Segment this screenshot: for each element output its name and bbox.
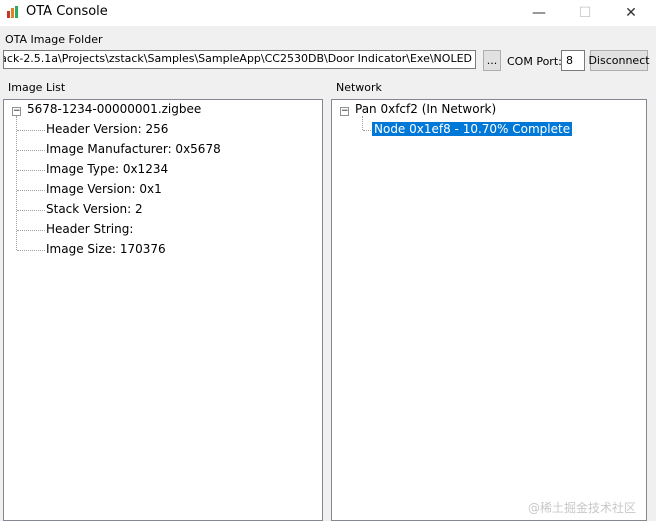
maximize-icon: ☐: [578, 5, 592, 21]
disconnect-button[interactable]: Disconnect: [588, 50, 650, 71]
image-list-tree[interactable]: − 5678-1234-00000001.zigbee Header Versi…: [3, 99, 323, 521]
window-title: OTA Console: [26, 4, 108, 19]
tree-item-header-string[interactable]: Header String:: [46, 222, 133, 236]
tree-connector: [17, 170, 45, 171]
tree-connector: [363, 130, 371, 131]
network-node-selected[interactable]: Node 0x1ef8 - 10.70% Complete: [372, 122, 573, 136]
watermark: @稀土掘金技术社区: [528, 501, 637, 515]
title-bar: OTA Console — ☐ ✕: [0, 0, 656, 26]
minimize-button[interactable]: —: [516, 0, 562, 26]
tree-connector: [17, 210, 45, 211]
pan-node[interactable]: Pan 0xfcf2 (In Network): [355, 102, 496, 116]
image-folder-path-text: 200604\ZStack-2.5.1a\Projects\zstack\Sam…: [4, 52, 472, 65]
tree-connector: [17, 130, 45, 131]
image-list-label: Image List: [8, 81, 66, 94]
tree-item-image-type[interactable]: Image Type: 0x1234: [46, 162, 168, 176]
ota-image-folder-label: OTA Image Folder: [5, 33, 103, 46]
tree-connector: [17, 230, 45, 231]
ota-app-icon: [7, 6, 18, 18]
collapse-icon[interactable]: −: [340, 107, 349, 116]
tree-item-header-version[interactable]: Header Version: 256: [46, 122, 168, 136]
image-file-node[interactable]: 5678-1234-00000001.zigbee: [27, 102, 201, 116]
tree-connector: [17, 150, 45, 151]
network-tree[interactable]: − Pan 0xfcf2 (In Network) Node 0x1ef8 - …: [331, 99, 647, 521]
browse-button[interactable]: ...: [483, 50, 501, 71]
tree-item-stack-version[interactable]: Stack Version: 2: [46, 202, 143, 216]
com-port-input[interactable]: 8: [561, 50, 585, 71]
close-icon: ✕: [625, 5, 637, 21]
tree-item-image-size[interactable]: Image Size: 170376: [46, 242, 166, 256]
tree-connector: [17, 190, 45, 191]
com-port-label: COM Port:: [507, 55, 562, 68]
collapse-icon[interactable]: −: [12, 107, 21, 116]
tree-connector: [17, 250, 45, 251]
maximize-button[interactable]: ☐: [562, 0, 608, 26]
tree-item-image-manufacturer[interactable]: Image Manufacturer: 0x5678: [46, 142, 221, 156]
tree-connector: [362, 116, 363, 130]
image-folder-path-input[interactable]: 200604\ZStack-2.5.1a\Projects\zstack\Sam…: [3, 50, 476, 69]
network-label: Network: [336, 81, 382, 94]
close-button[interactable]: ✕: [608, 0, 654, 26]
tree-item-image-version[interactable]: Image Version: 0x1: [46, 182, 162, 196]
minimize-icon: —: [532, 5, 546, 21]
